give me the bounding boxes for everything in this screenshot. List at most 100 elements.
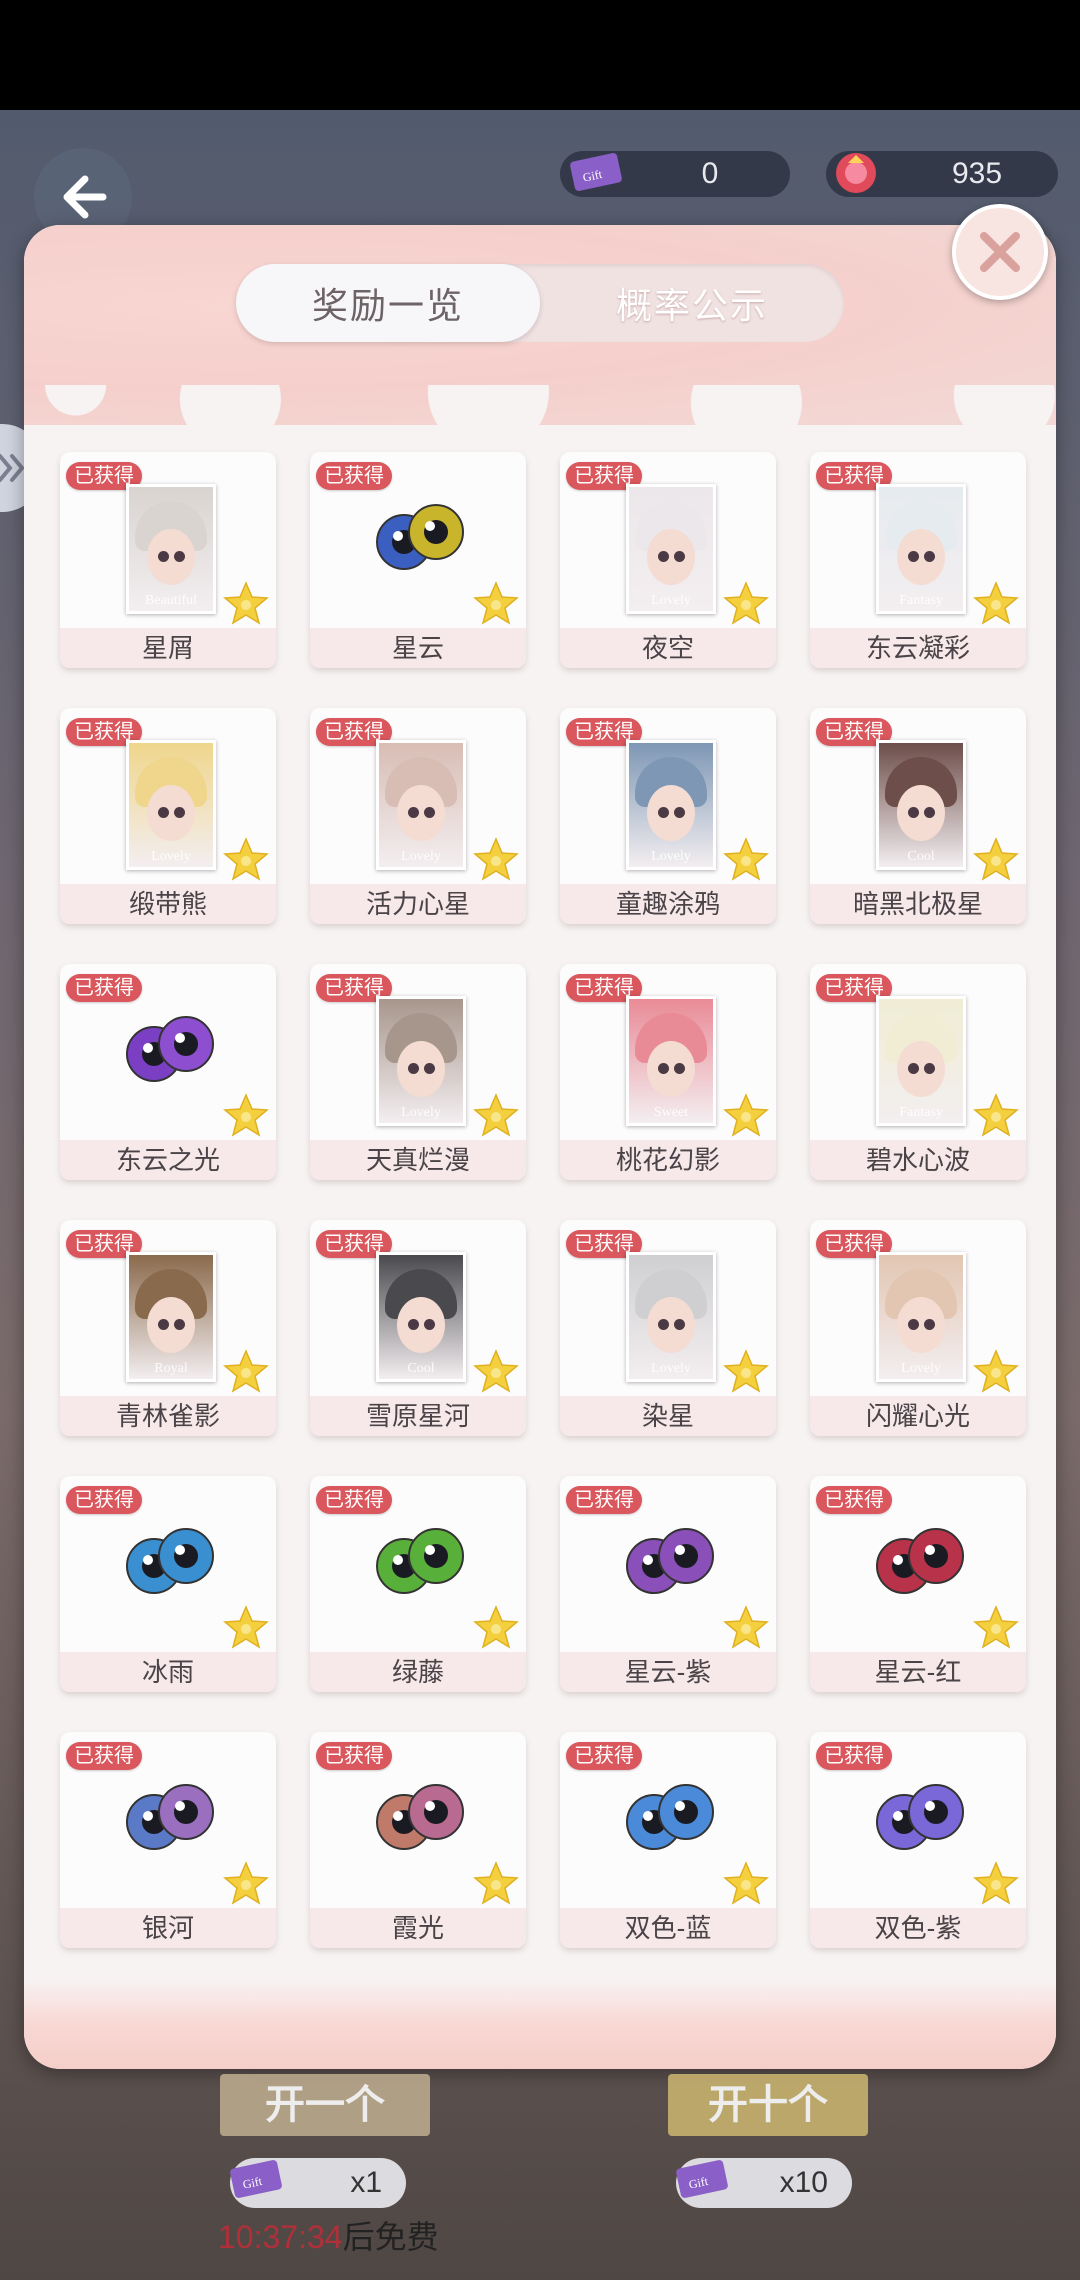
reward-name: 暗黑北极星 [810,884,1026,924]
ticket-icon: Gift [230,2160,282,2198]
reward-card[interactable]: 已获得 Cool 暗黑北极星 [810,708,1026,924]
reward-name: 夜空 [560,628,776,668]
doll-portrait: Cool [876,740,966,870]
star-icon [722,1604,770,1652]
reward-card[interactable]: 已获得 Sweet 桃花幻影 [560,964,776,1180]
reward-name: 闪耀心光 [810,1396,1026,1436]
reward-card[interactable]: 已获得 双色-紫 [810,1732,1026,1948]
status-bar [0,0,1080,110]
reward-card[interactable]: 已获得 Lovely 活力心星 [310,708,526,924]
reward-card[interactable]: 已获得 东云之光 [60,964,276,1180]
star-icon [972,836,1020,884]
dialog-footer-decoration [24,1979,1056,2069]
reward-name: 桃花幻影 [560,1140,776,1180]
ticket-icon: Gift [570,153,622,191]
doll-portrait: Fantasy [876,996,966,1126]
obtained-badge: 已获得 [66,974,142,1002]
timer-time: 10:37:34 [218,2219,343,2255]
reward-card[interactable]: 已获得星云-红 [810,1476,1026,1692]
star-icon [222,1860,270,1908]
reward-name: 银河 [60,1908,276,1948]
ticket-icon: Gift [676,2160,728,2198]
tab-rewards-list[interactable]: 奖励一览 [236,264,540,342]
doll-portrait: Beautiful [126,484,216,614]
gem-counter: 935 [826,151,1058,197]
star-icon [222,1092,270,1140]
obtained-badge: 已获得 [316,1742,392,1770]
reward-card[interactable]: 已获得银河 [60,1732,276,1948]
obtained-badge: 已获得 [66,1742,142,1770]
star-icon [722,1092,770,1140]
reward-card[interactable]: 已获得 霞光 [310,1732,526,1948]
star-icon [972,1092,1020,1140]
obtained-badge: 已获得 [316,462,392,490]
reward-card[interactable]: 已获得 Fantasy 碧水心波 [810,964,1026,1180]
reward-name: 活力心星 [310,884,526,924]
portrait-caption: Fantasy [899,1105,943,1120]
eye-lens-icon [376,504,464,570]
reward-name: 星云-紫 [560,1652,776,1692]
timer-suffix: 后免费 [342,2219,439,2255]
reward-card[interactable]: 已获得星云-紫 [560,1476,776,1692]
doll-portrait: Lovely [376,996,466,1126]
doll-portrait: Lovely [126,740,216,870]
doll-portrait: Fantasy [876,484,966,614]
reward-name: 双色-紫 [810,1908,1026,1948]
reward-name: 星云-红 [810,1652,1026,1692]
portrait-caption: Cool [907,849,935,864]
star-icon [472,580,520,628]
obtained-badge: 已获得 [566,1486,642,1514]
star-icon [472,1348,520,1396]
eye-lens-icon [876,1784,964,1850]
reward-card[interactable]: 已获得双色-蓝 [560,1732,776,1948]
eye-lens-icon [376,1784,464,1850]
reward-name: 天真烂漫 [310,1140,526,1180]
eye-lens-icon [626,1784,714,1850]
tab-bar: 奖励一览 概率公示 [236,264,844,342]
cost-one: Gift x1 [230,2158,406,2208]
portrait-caption: Sweet [653,1105,689,1120]
open-ten-button[interactable]: 开十个 [668,2074,868,2136]
portrait-caption: Lovely [401,849,441,864]
eye-lens-icon [126,1016,214,1082]
open-one-button[interactable]: 开一个 [220,2074,430,2136]
gem-count: 935 [951,157,1003,190]
reward-card[interactable]: 已获得 Beautiful 星屑 [60,452,276,668]
reward-card[interactable]: 已获得 Fantasy 东云凝彩 [810,452,1026,668]
reward-name: 青林雀影 [60,1396,276,1436]
reward-card[interactable]: 已获得 Lovely 天真烂漫 [310,964,526,1180]
star-icon [222,836,270,884]
reward-card[interactable]: 已获得 Lovely 童趣涂鸦 [560,708,776,924]
obtained-badge: 已获得 [316,1486,392,1514]
reward-card[interactable]: 已获得 Royal 青林雀影 [60,1220,276,1436]
reward-name: 缎带熊 [60,884,276,924]
reward-card[interactable]: 已获得 星云 [310,452,526,668]
obtained-badge: 已获得 [566,1742,642,1770]
ticket-count: 0 [701,157,719,190]
reward-card[interactable]: 已获得 Lovely 夜空 [560,452,776,668]
eye-lens-icon [376,1528,464,1594]
reward-card[interactable]: 已获得 冰雨 [60,1476,276,1692]
doll-portrait: Lovely [626,740,716,870]
reward-card[interactable]: 已获得 Cool 雪原星河 [310,1220,526,1436]
reward-name: 绿藤 [310,1652,526,1692]
star-icon [472,1092,520,1140]
star-icon [722,1860,770,1908]
close-button[interactable] [952,204,1048,300]
star-icon [972,1348,1020,1396]
doll-portrait: Sweet [626,996,716,1126]
reward-card[interactable]: 已获得 Lovely 缎带熊 [60,708,276,924]
reward-card[interactable]: 已获得绿藤 [310,1476,526,1692]
portrait-caption: Lovely [651,1361,691,1376]
eye-lens-icon [126,1784,214,1850]
star-icon [972,1860,1020,1908]
obtained-badge: 已获得 [816,1486,892,1514]
reward-name: 双色-蓝 [560,1908,776,1948]
reward-card[interactable]: 已获得 Lovely 染星 [560,1220,776,1436]
ticket-counter: Gift 0 [560,151,790,197]
star-icon [722,580,770,628]
eye-lens-icon [126,1528,214,1594]
cost-ten: Gift x10 [676,2158,852,2208]
reward-card[interactable]: 已获得 Lovely 闪耀心光 [810,1220,1026,1436]
tab-probability[interactable]: 概率公示 [540,264,844,342]
